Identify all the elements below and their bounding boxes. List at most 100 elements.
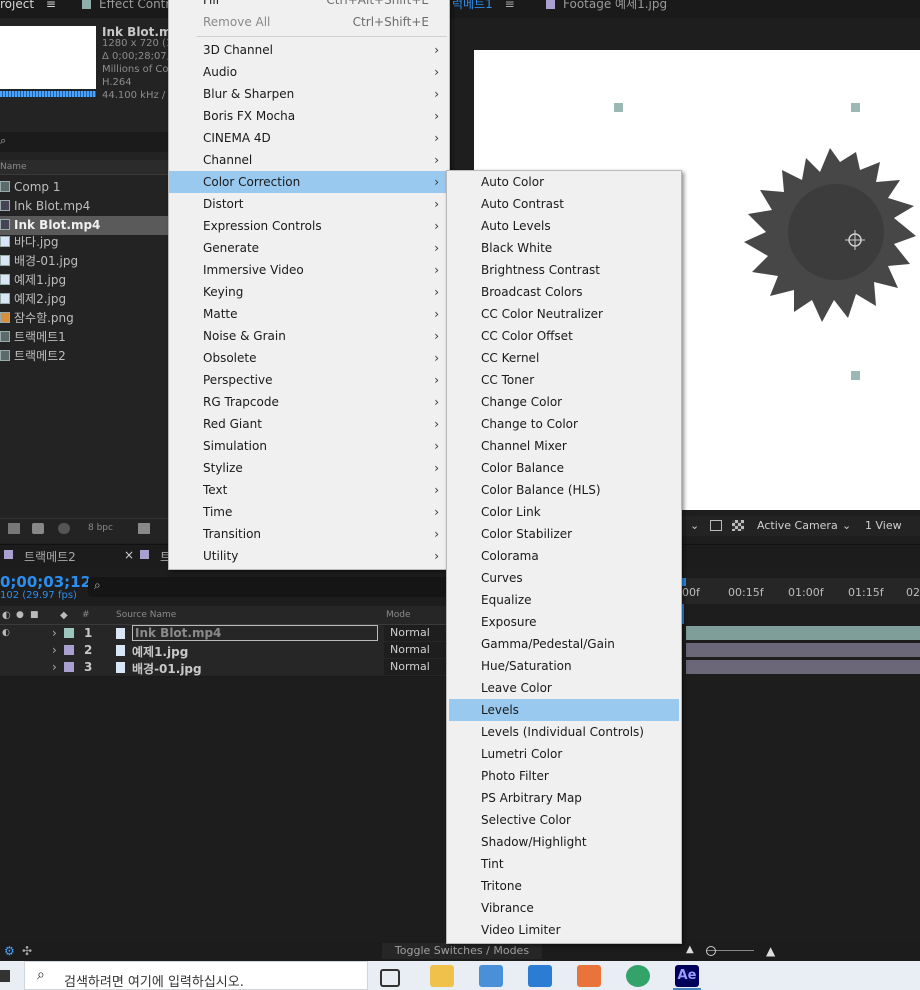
folder-icon[interactable] bbox=[8, 523, 20, 534]
project-item[interactable]: 트랙메트2 bbox=[0, 347, 168, 366]
bit-depth-button[interactable]: 8 bpc bbox=[88, 523, 113, 533]
transparency-grid-icon[interactable] bbox=[732, 520, 744, 531]
submenu-item-cc-toner[interactable]: CC Toner bbox=[447, 369, 681, 391]
menu-item-immersive-video[interactable]: Immersive Video › bbox=[169, 259, 449, 281]
layer-row[interactable]: › 3 배경-01.jpg Normal bbox=[0, 659, 450, 677]
menu-item-transition[interactable]: Transition › bbox=[169, 523, 449, 545]
bounding-handle[interactable] bbox=[851, 103, 860, 112]
toggle-switches-modes-button[interactable]: Toggle Switches / Modes bbox=[382, 943, 542, 959]
layer-color-swatch[interactable] bbox=[64, 628, 74, 638]
chevron-down-icon[interactable]: ⌄ bbox=[842, 519, 851, 532]
submenu-item-vibrance[interactable]: Vibrance bbox=[447, 897, 681, 919]
menu-item-audio[interactable]: Audio › bbox=[169, 61, 449, 83]
submenu-item-levels[interactable]: Levels bbox=[449, 699, 679, 721]
submenu-item-auto-levels[interactable]: Auto Levels bbox=[447, 215, 681, 237]
edge-icon[interactable] bbox=[626, 965, 650, 987]
tab-footage[interactable]: Footage 예제1.jpg bbox=[546, 0, 667, 14]
menu-item-red-giant[interactable]: Red Giant › bbox=[169, 413, 449, 435]
submenu-item-channel-mixer[interactable]: Channel Mixer bbox=[447, 435, 681, 457]
bounding-handle[interactable] bbox=[614, 103, 623, 112]
region-of-interest-icon[interactable] bbox=[710, 520, 722, 531]
menu-item-3d-channel[interactable]: 3D Channel › bbox=[169, 39, 449, 61]
submenu-item-exposure[interactable]: Exposure bbox=[447, 611, 681, 633]
submenu-item-change-color[interactable]: Change Color bbox=[447, 391, 681, 413]
project-item[interactable]: 잠수함.png bbox=[0, 309, 168, 328]
menu-item-fill[interactable]: Fill Ctrl+Alt+Shift+E bbox=[169, 0, 449, 11]
submenu-item-auto-contrast[interactable]: Auto Contrast bbox=[447, 193, 681, 215]
submenu-item-colorama[interactable]: Colorama bbox=[447, 545, 681, 567]
menu-item-distort[interactable]: Distort › bbox=[169, 193, 449, 215]
menu-item-simulation[interactable]: Simulation › bbox=[169, 435, 449, 457]
store-icon[interactable] bbox=[479, 965, 503, 987]
menu-item-expression-controls[interactable]: Expression Controls › bbox=[169, 215, 449, 237]
layer-color-swatch[interactable] bbox=[64, 662, 74, 672]
task-view-icon[interactable] bbox=[380, 969, 400, 987]
submenu-item-auto-color[interactable]: Auto Color bbox=[447, 171, 681, 193]
layer-name[interactable]: 예제1.jpg bbox=[132, 643, 188, 660]
chevron-right-icon[interactable]: › bbox=[52, 643, 57, 657]
bounding-handle[interactable] bbox=[851, 371, 860, 380]
lock-icon[interactable]: ■ bbox=[30, 610, 39, 620]
chevron-right-icon[interactable]: › bbox=[52, 660, 57, 674]
source-name-header[interactable]: Source Name bbox=[116, 610, 176, 620]
submenu-item-cc-color-neutralizer[interactable]: CC Color Neutralizer bbox=[447, 303, 681, 325]
menu-item-obsolete[interactable]: Obsolete › bbox=[169, 347, 449, 369]
project-item[interactable]: Comp 1 bbox=[0, 178, 168, 197]
pin-icon[interactable]: ✣ bbox=[22, 944, 32, 958]
menu-item-cinema-4d[interactable]: CINEMA 4D › bbox=[169, 127, 449, 149]
layer-row[interactable]: ◐ › 1 Ink Blot.mp4 Normal bbox=[0, 625, 450, 643]
after-effects-icon[interactable]: Ae bbox=[675, 965, 699, 987]
layer-name[interactable]: 배경-01.jpg bbox=[132, 660, 202, 677]
menu-item-time[interactable]: Time › bbox=[169, 501, 449, 523]
menu-item-rg-trapcode[interactable]: RG Trapcode › bbox=[169, 391, 449, 413]
submenu-item-color-link[interactable]: Color Link bbox=[447, 501, 681, 523]
project-item[interactable]: 트랙메트1 bbox=[0, 328, 168, 347]
layer-mode-dropdown[interactable]: Normal bbox=[384, 659, 446, 675]
layer-track-bar[interactable] bbox=[686, 626, 920, 640]
media-player-icon[interactable] bbox=[577, 965, 601, 987]
eye-icon[interactable]: ◐ bbox=[2, 628, 10, 638]
menu-item-stylize[interactable]: Stylize › bbox=[169, 457, 449, 479]
tab-comp[interactable]: 럭메트1 ≡ bbox=[452, 0, 515, 14]
close-icon[interactable]: × bbox=[124, 548, 134, 562]
submenu-item-hue-saturation[interactable]: Hue/Saturation bbox=[447, 655, 681, 677]
layer-name[interactable]: Ink Blot.mp4 bbox=[132, 625, 378, 641]
submenu-item-curves[interactable]: Curves bbox=[447, 567, 681, 589]
chevron-down-icon[interactable]: ⌄ bbox=[690, 519, 699, 532]
eye-icon[interactable]: ◐ bbox=[2, 610, 11, 621]
view-layout-dropdown[interactable]: 1 View bbox=[865, 519, 902, 532]
zoom-out-icon[interactable]: ▲ bbox=[686, 944, 694, 955]
zoom-in-icon[interactable]: ▲ bbox=[766, 944, 775, 958]
project-item[interactable]: Ink Blot.mp4 bbox=[0, 197, 168, 216]
mail-icon[interactable] bbox=[528, 965, 552, 987]
playhead[interactable] bbox=[682, 604, 684, 624]
menu-item-text[interactable]: Text › bbox=[169, 479, 449, 501]
time-ruler[interactable]: 00f 00:15f 01:00f 01:15f 02 bbox=[680, 578, 920, 604]
interpret-icon[interactable] bbox=[58, 523, 70, 534]
submenu-item-color-balance[interactable]: Color Balance bbox=[447, 457, 681, 479]
menu-item-blur-sharpen[interactable]: Blur & Sharpen › bbox=[169, 83, 449, 105]
submenu-item-shadow-highlight[interactable]: Shadow/Highlight bbox=[447, 831, 681, 853]
menu-item-keying[interactable]: Keying › bbox=[169, 281, 449, 303]
work-area-start[interactable] bbox=[682, 578, 686, 586]
trash-icon[interactable] bbox=[138, 523, 150, 534]
submenu-item-black-white[interactable]: Black White bbox=[447, 237, 681, 259]
layer-mode-dropdown[interactable]: Normal bbox=[384, 625, 446, 641]
current-time[interactable]: 0;00;03;12 bbox=[0, 573, 91, 591]
timeline-search-input[interactable]: ⌕ bbox=[88, 577, 448, 597]
menu-item-channel[interactable]: Channel › bbox=[169, 149, 449, 171]
menu-item-matte[interactable]: Matte › bbox=[169, 303, 449, 325]
project-item[interactable]: 바다.jpg bbox=[0, 233, 168, 252]
submenu-item-change-to-color[interactable]: Change to Color bbox=[447, 413, 681, 435]
project-item[interactable]: 예제2.jpg bbox=[0, 290, 168, 309]
menu-item-generate[interactable]: Generate › bbox=[169, 237, 449, 259]
submenu-item-color-balance-hls[interactable]: Color Balance (HLS) bbox=[447, 479, 681, 501]
submenu-item-photo-filter[interactable]: Photo Filter bbox=[447, 765, 681, 787]
mode-header[interactable]: Mode bbox=[386, 610, 411, 620]
composition-icon[interactable]: ⚙ bbox=[4, 944, 15, 958]
menu-item-color-correction[interactable]: Color Correction › bbox=[169, 171, 449, 193]
camera-dropdown[interactable]: Active Camera bbox=[757, 519, 838, 532]
submenu-item-video-limiter[interactable]: Video Limiter bbox=[447, 919, 681, 941]
name-column-header[interactable]: Name bbox=[0, 160, 168, 175]
layer-track-bar[interactable] bbox=[686, 643, 920, 657]
